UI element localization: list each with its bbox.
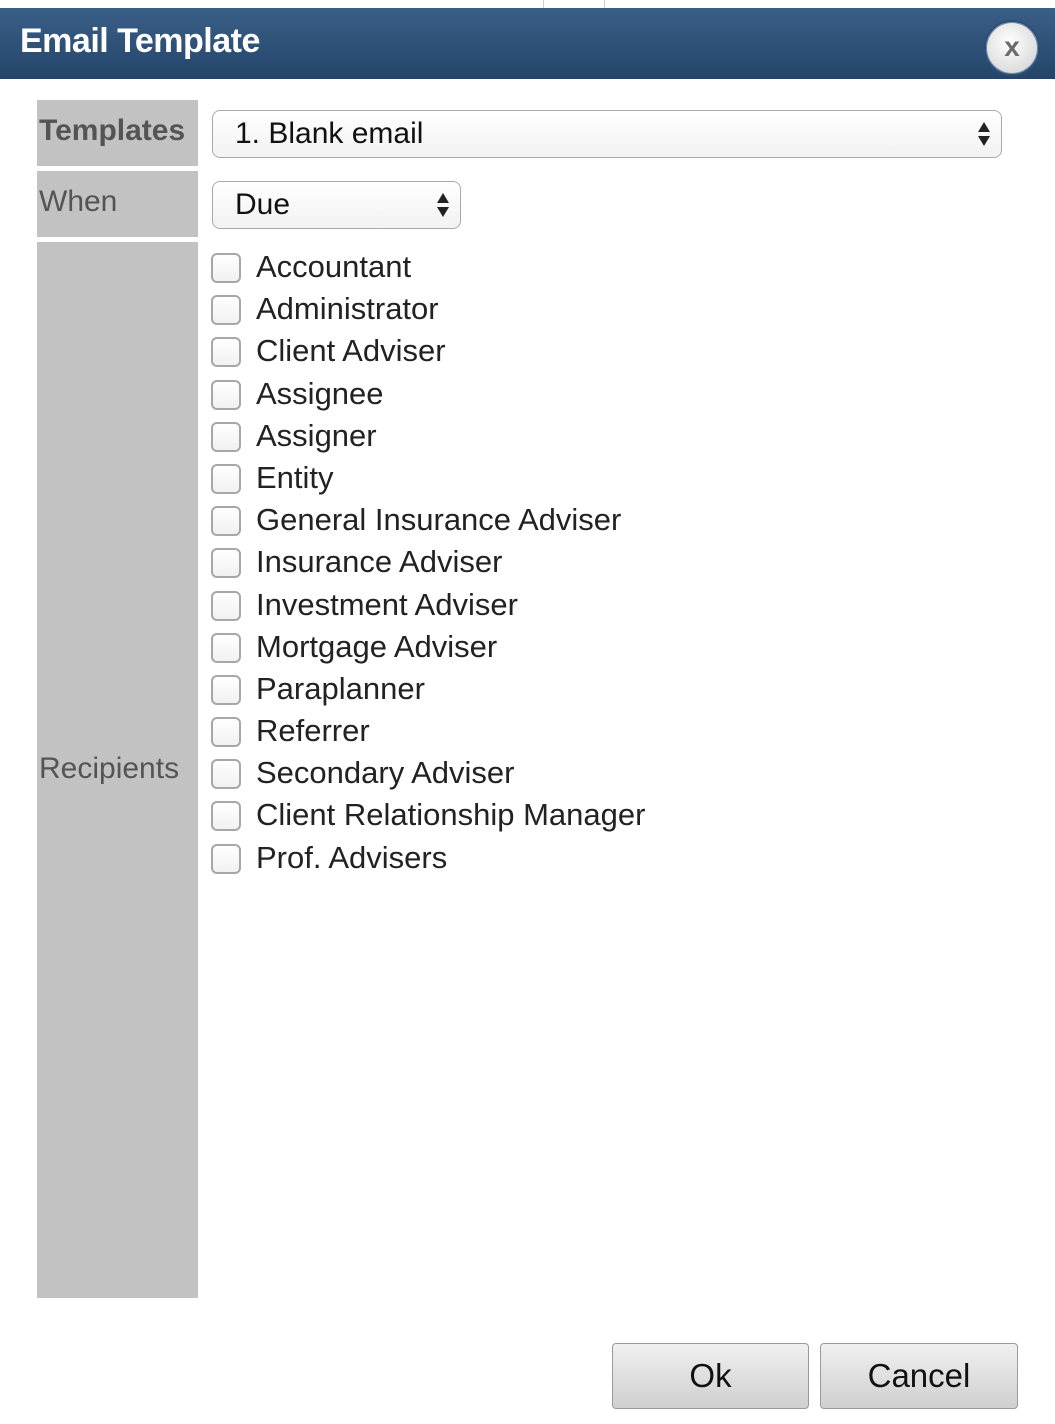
recipient-option[interactable]: Referrer [210,712,1010,754]
templates-label-cell: Templates [37,100,198,166]
recipient-label: Referrer [256,713,370,749]
ok-button[interactable]: Ok [612,1343,809,1409]
when-label: When [39,185,118,218]
recipient-label: Client Adviser [256,333,446,369]
when-select-value: Due [235,188,291,221]
recipient-option[interactable]: Mortgage Adviser [210,628,1010,670]
select-arrows-icon [977,118,991,150]
recipient-label: Secondary Adviser [256,755,515,791]
checkbox[interactable] [211,674,241,705]
templates-select[interactable]: 1. Blank email [212,110,1002,158]
recipient-option[interactable]: Client Adviser [210,332,1010,374]
checkbox[interactable] [211,632,241,663]
recipient-label: Paraplanner [256,670,425,706]
cancel-button[interactable]: Cancel [820,1343,1018,1409]
window-top-strip [0,0,1055,8]
checkbox[interactable] [211,717,241,748]
recipient-label: Accountant [256,249,412,284]
recipient-option[interactable]: Assigner [210,417,1010,459]
recipient-option[interactable]: Insurance Adviser [210,543,1010,585]
checkbox[interactable] [211,337,241,368]
recipient-label: Administrator [256,291,439,327]
recipient-label: Insurance Adviser [256,544,503,580]
close-icon: x [1004,31,1020,62]
templates-select-value: 1. Blank email [235,117,424,150]
recipient-label: Prof. Advisers [256,839,448,875]
recipient-label: Client Relationship Manager [256,797,646,833]
checkbox[interactable] [211,801,241,832]
recipients-list: Accountant Administrator Client Adviser … [210,248,1010,881]
recipient-label: Assignee [256,375,384,411]
recipient-option[interactable]: Client Relationship Manager [210,796,1010,838]
email-template-dialog: Email Template x Templates 1. Blank emai… [0,0,1055,1424]
recipient-label: Investment Adviser [256,586,518,622]
recipient-label: Assigner [256,417,377,453]
recipient-option[interactable]: Secondary Adviser [210,754,1010,796]
recipient-label: Entity [256,459,334,495]
checkbox[interactable] [211,463,241,494]
templates-label: Templates [39,114,186,147]
recipient-option[interactable]: Administrator [210,290,1010,332]
checkbox[interactable] [211,506,241,537]
select-arrows-icon [436,189,450,221]
recipient-label: Mortgage Adviser [256,628,498,664]
dialog-titlebar: Email Template x [0,8,1055,79]
checkbox[interactable] [211,295,241,326]
checkbox[interactable] [211,379,241,410]
checkbox[interactable] [211,843,241,874]
recipient-option[interactable]: Prof. Advisers [210,839,1010,881]
checkbox[interactable] [211,759,241,790]
resize-grip[interactable] [543,0,605,8]
recipient-option[interactable]: Assignee [210,375,1010,417]
recipients-label: Recipients [39,752,180,785]
recipient-option[interactable]: Paraplanner [210,670,1010,712]
dialog-title: Email Template [20,22,260,60]
when-select[interactable]: Due [212,181,461,229]
recipient-label: General Insurance Adviser [256,502,622,538]
recipient-option[interactable]: Investment Adviser [210,586,1010,628]
close-button[interactable]: x [984,20,1040,76]
checkbox[interactable] [211,590,241,621]
recipient-option[interactable]: General Insurance Adviser [210,501,1010,543]
recipients-label-cell: Recipients [37,242,198,1298]
recipient-option[interactable]: Accountant [210,248,1010,290]
checkbox[interactable] [211,548,241,579]
recipient-option[interactable]: Entity [210,459,1010,501]
checkbox[interactable] [211,421,241,452]
checkbox[interactable] [211,253,241,283]
when-label-cell: When [37,171,198,237]
